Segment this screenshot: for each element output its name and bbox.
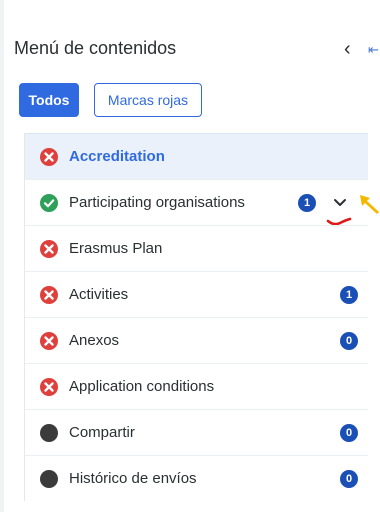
count-badge: 1 — [298, 194, 316, 212]
annotation-underline — [326, 214, 352, 226]
error-x-icon — [40, 240, 58, 258]
count-badge: 1 — [340, 286, 358, 304]
menu-item-label: Erasmus Plan — [69, 240, 163, 257]
panel-edge — [0, 0, 4, 512]
menu-item[interactable]: Participating organisations 1 — [25, 179, 368, 226]
error-x-icon — [40, 148, 58, 166]
filter-all-button[interactable]: Todos — [19, 83, 79, 117]
filter-red-marks-button[interactable]: Marcas rojas — [94, 83, 202, 117]
menu-header: Menú de contenidos ‹ ⇤ — [14, 38, 380, 62]
count-badge: 0 — [340, 470, 358, 488]
error-x-icon — [40, 286, 58, 304]
menu-item[interactable]: Application conditions — [25, 363, 368, 409]
menu-item[interactable]: Accreditation — [25, 133, 368, 179]
error-x-icon — [40, 378, 58, 396]
menu-item-label: Participating organisations — [69, 194, 245, 211]
menu-item[interactable]: Anexos 0 — [25, 317, 368, 363]
error-x-icon — [40, 332, 58, 350]
menu-item[interactable]: Activities 1 — [25, 271, 368, 317]
menu-item-label: Activities — [69, 286, 129, 303]
annotation-arrow — [360, 195, 379, 214]
menu-item[interactable]: Erasmus Plan — [25, 225, 368, 271]
chevron-left-icon[interactable]: ‹ — [344, 37, 351, 61]
menu-item-label: Compartir — [69, 424, 135, 441]
menu-item[interactable]: Compartir 0 — [25, 409, 368, 455]
menu-item-label: Histórico de envíos — [69, 470, 197, 487]
content-menu-panel: Menú de contenidos ‹ ⇤ Todos Marcas roja… — [0, 0, 380, 512]
menu-item-label: Application conditions — [69, 378, 215, 395]
check-circle-icon — [40, 194, 58, 212]
menu-title: Menú de contenidos — [14, 38, 177, 58]
menu-item-label: Anexos — [69, 332, 120, 349]
count-badge: 0 — [340, 424, 358, 442]
neutral-dot-icon — [40, 424, 58, 442]
content-menu-list: Accreditation Participating organisations… — [24, 133, 368, 501]
arrow-expand-icon[interactable]: ⇤ — [368, 39, 379, 61]
menu-item-label: Accreditation — [69, 148, 165, 165]
chevron-down-icon[interactable] — [330, 192, 350, 212]
menu-item[interactable]: Histórico de envíos 0 — [25, 455, 368, 501]
count-badge: 0 — [340, 332, 358, 350]
neutral-dot-icon — [40, 470, 58, 488]
